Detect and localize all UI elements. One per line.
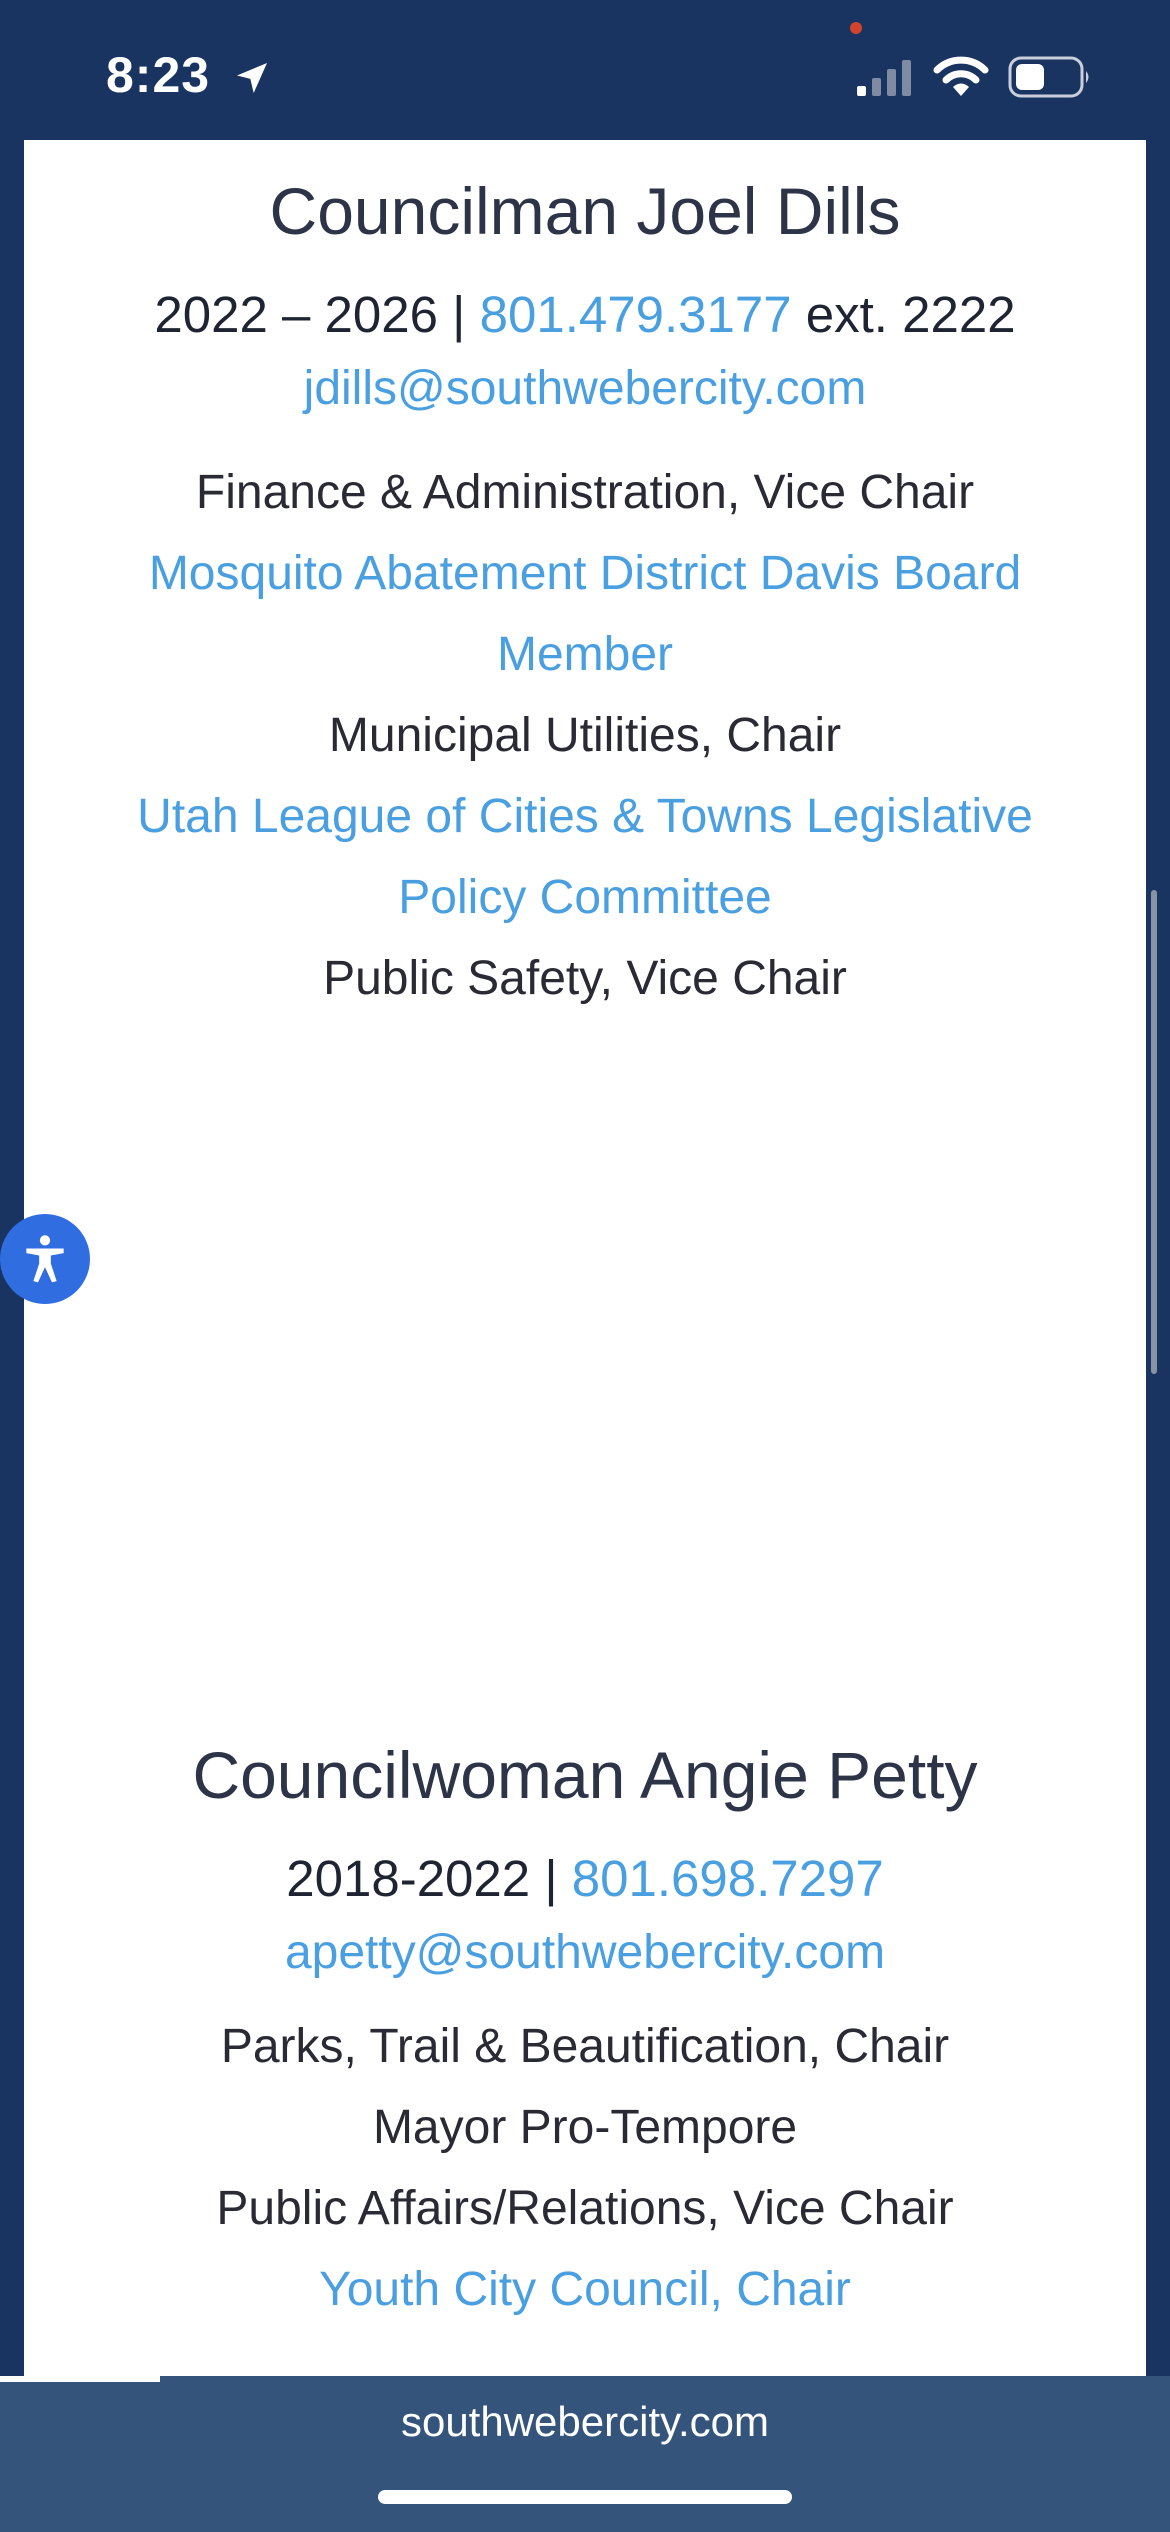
committee-link[interactable]: Mosquito Abatement District Davis Board …: [115, 533, 1055, 695]
accessibility-button[interactable]: [0, 1214, 90, 1304]
signal-icon: [857, 60, 911, 96]
committee-link[interactable]: Youth City Council, Chair: [115, 2249, 1055, 2330]
scrollbar[interactable]: [1151, 890, 1157, 1374]
separator: |: [530, 1850, 572, 1907]
committee-list: Finance & Administration, Vice Chair Mos…: [115, 452, 1055, 1019]
email-link[interactable]: jdills@southwebercity.com: [304, 361, 867, 416]
member-name: Councilwoman Angie Petty: [192, 1738, 978, 1812]
member-contact-line: 2022 – 2026 | 801.479.3177 ext. 2222: [24, 284, 1146, 345]
status-bar: 8:23: [0, 0, 1170, 140]
committee-link[interactable]: Utah League of Cities & Towns Legislativ…: [115, 776, 1055, 938]
committee-item: Mayor Pro-Tempore: [372, 2101, 798, 2155]
council-member-card: Councilwoman Angie Petty 2018-2022 | 801…: [24, 1742, 1146, 2330]
wifi-icon: [933, 56, 989, 96]
committee-item: Finance & Administration, Vice Chair: [195, 466, 975, 520]
email-link[interactable]: apetty@southwebercity.com: [285, 1925, 885, 1980]
battery-icon: [1008, 56, 1089, 98]
location-arrow-icon: [237, 63, 267, 93]
status-time: 8:23: [106, 47, 211, 103]
member-contact-line: 2018-2022 | 801.698.7297: [24, 1848, 1146, 1909]
committee-list: Parks, Trail & Beautification, Chair May…: [115, 2006, 1055, 2330]
phone-extension: ext. 2222: [791, 286, 1016, 343]
member-term: 2018-2022: [286, 1850, 531, 1907]
recording-indicator-dot: [850, 22, 862, 34]
accessibility-person-icon: [26, 1235, 64, 1283]
member-name: Councilman Joel Dills: [269, 174, 901, 248]
member-term: 2022 – 2026: [154, 286, 439, 343]
committee-item: Public Safety, Vice Chair: [323, 952, 847, 1006]
committee-item: Municipal Utilities, Chair: [328, 709, 842, 763]
separator: |: [438, 286, 480, 343]
phone-link[interactable]: 801.698.7297: [572, 1850, 884, 1907]
page-edge: [0, 2376, 160, 2382]
browser-address-bar[interactable]: southwebercity.com: [0, 2376, 1170, 2532]
home-indicator[interactable]: [378, 2490, 792, 2504]
committee-item: Public Affairs/Relations, Vice Chair: [216, 2182, 954, 2236]
url-label[interactable]: southwebercity.com: [0, 2398, 1170, 2446]
council-member-card: Councilman Joel Dills 2022 – 2026 | 801.…: [24, 178, 1146, 1019]
phone-link[interactable]: 801.479.3177: [480, 286, 792, 343]
committee-item: Parks, Trail & Beautification, Chair: [220, 2020, 950, 2074]
